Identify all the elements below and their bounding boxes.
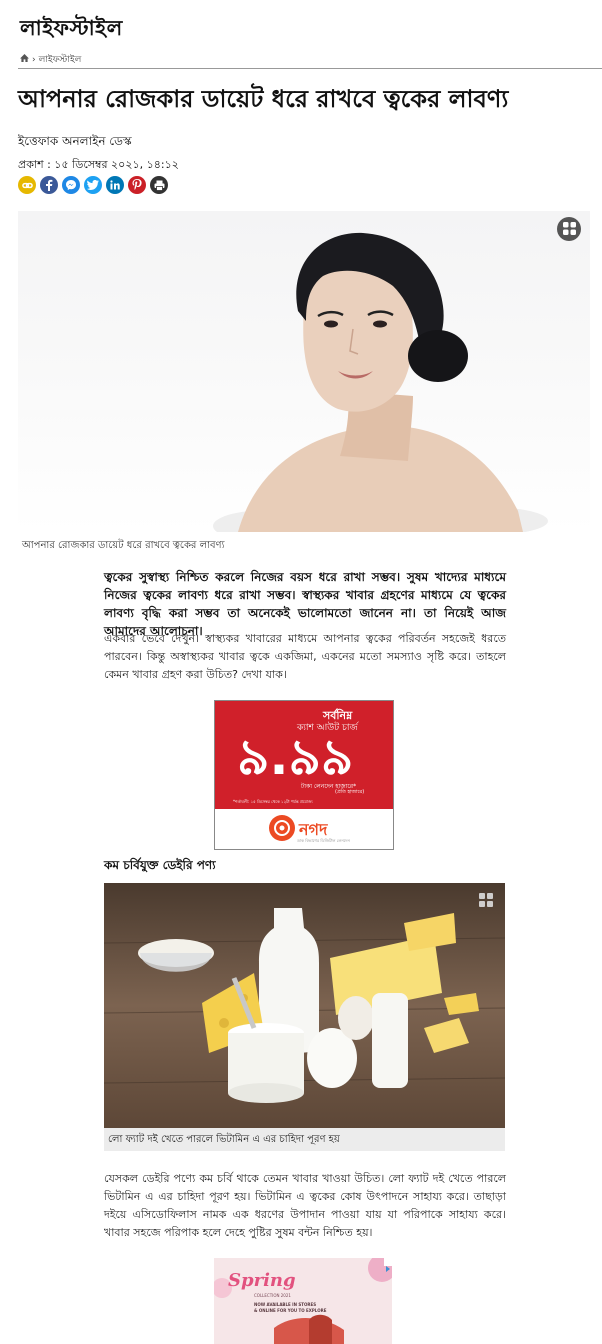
gallery-button[interactable] (557, 217, 581, 241)
ad-spring-subtitle: COLLECTION 2021 (254, 1293, 291, 1298)
ad-note: (প্রতি হাজারে) (335, 789, 365, 795)
home-icon[interactable] (20, 54, 29, 65)
ad-fineprint: *শর্তাবলী: ১৫ ডিসেম্বর থেকে ১২টা পর্যন্ত… (233, 799, 313, 804)
dairy-image (104, 883, 505, 1128)
breadcrumb-separator: › (32, 54, 36, 65)
publish-date: প্রকাশ : ১৫ ডিসেম্বর ২০২১, ১৪:১২ (18, 158, 179, 171)
print-icon[interactable] (150, 176, 168, 194)
ad-brand-tag: ডাক বিভাগের ডিজিটাল লেনদেন (297, 838, 350, 843)
advertisement-banner[interactable]: Spring COLLECTION 2021 NOW AVAILABLE IN … (214, 1258, 392, 1344)
breadcrumb: › লাইফস্টাইল (20, 52, 81, 67)
facebook-icon[interactable] (40, 176, 58, 194)
woman-portrait-illustration (213, 232, 548, 532)
dairy-products-illustration (104, 883, 505, 1128)
header-divider (18, 68, 602, 69)
hero-image (18, 211, 590, 532)
ad-spring-line1: NOW AVAILABLE IN STORES (254, 1302, 317, 1307)
messenger-icon[interactable] (62, 176, 80, 194)
nagad-logo-icon (269, 815, 295, 841)
article-paragraph: যেসকল ডেইরি পণ্যে কম চর্বি থাকে তেমন খাব… (104, 1172, 506, 1239)
ad-spring-line2: & ONLINE FOR YOU TO EXPLORE (254, 1308, 327, 1313)
article-headline: আপনার রোজকার ডায়েট ধরে রাখবে ত্বকের লাব… (18, 85, 509, 113)
pinterest-icon[interactable] (128, 176, 146, 194)
share-bar (18, 176, 168, 194)
article-author[interactable]: ইত্তেফাক অনলাইন ডেস্ক (18, 133, 132, 153)
section-title[interactable]: লাইফস্টাইল (20, 12, 123, 47)
hero-caption: আপনার রোজকার ডায়েট ধরে রাখবে ত্বকের লাব… (22, 540, 225, 551)
link-icon[interactable] (18, 176, 36, 194)
ad-rate: ৯.৯৯ (237, 728, 354, 786)
linkedin-icon[interactable] (106, 176, 124, 194)
advertisement-banner[interactable]: সর্বনিম্ন ক্যাশ আউট চার্জ ৯.৯৯ টাকা লেনদ… (214, 700, 394, 850)
section-subheading: কম চর্বিযুক্ত ডেইরি পণ্য (104, 858, 216, 872)
grid-icon (479, 892, 493, 911)
dairy-caption: লো ফ্যাট দই খেতে পারলে ভিটামিন এ এর চাহি… (104, 1128, 505, 1151)
twitter-icon[interactable] (84, 176, 102, 194)
adchoices-icon[interactable] (384, 1258, 392, 1272)
grid-icon (562, 220, 576, 239)
ad-spring-title: Spring (228, 1270, 296, 1291)
article-paragraph: একবার ভেবে দেখুন। স্বাস্থ্যকর খাবারের মা… (104, 632, 506, 681)
gallery-button[interactable] (476, 891, 496, 911)
breadcrumb-current[interactable]: লাইফস্টাইল (39, 52, 82, 67)
